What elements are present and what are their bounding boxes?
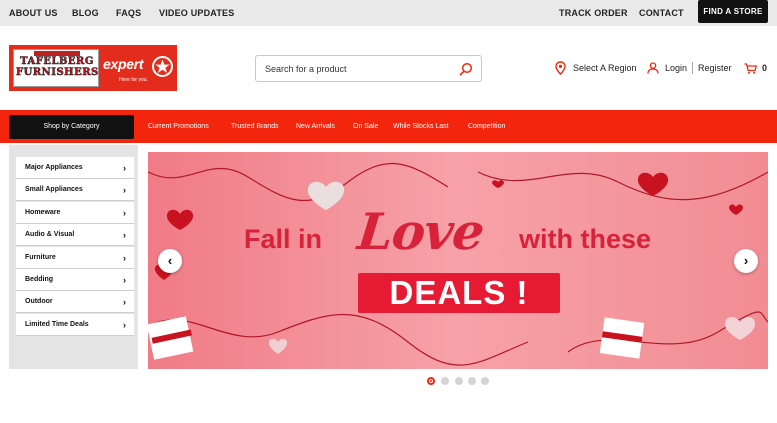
carousel-dot-1[interactable]: [427, 377, 435, 385]
select-region-link[interactable]: Select A Region: [573, 62, 637, 74]
site-logo[interactable]: TAFELBERG FURNISHERS expert Here for you…: [9, 45, 177, 91]
login-link[interactable]: Login: [665, 62, 687, 74]
nav-current-promotions[interactable]: Current Promotions: [148, 110, 209, 143]
category-label: Audio & Visual: [25, 231, 75, 238]
chevron-right-icon: ›: [123, 185, 126, 195]
site-header: TAFELBERG FURNISHERS expert Here for you…: [0, 26, 777, 110]
category-label: Outdoor: [25, 298, 53, 305]
carousel-prev-button[interactable]: ‹: [158, 249, 182, 273]
header-divider: [692, 62, 693, 74]
chevron-right-icon: ›: [123, 320, 126, 330]
nav-while-stocks-last[interactable]: While Stocks Last: [393, 110, 449, 143]
track-order-link[interactable]: TRACK ORDER: [559, 0, 628, 26]
search-input[interactable]: [265, 62, 445, 76]
nav-competition[interactable]: Competition: [468, 110, 505, 143]
nav-new-arrivals[interactable]: New Arrivals: [296, 110, 335, 143]
blog-link[interactable]: BLOG: [72, 0, 99, 26]
expert-logo-text: expert: [103, 56, 144, 72]
banner-headline-fall-in: Fall in: [244, 224, 323, 254]
category-furniture[interactable]: Furniture ›: [16, 247, 134, 269]
main-nav: Shop by Category Current Promotions Trus…: [0, 110, 777, 143]
category-homeware[interactable]: Homeware ›: [16, 202, 134, 224]
category-label: Homeware: [25, 209, 61, 216]
shop-by-category-button[interactable]: Shop by Category: [9, 115, 134, 139]
category-outdoor[interactable]: Outdoor ›: [16, 291, 134, 313]
category-bedding[interactable]: Bedding ›: [16, 269, 134, 291]
banner-headline-with-these: with these: [519, 224, 652, 254]
register-link[interactable]: Register: [698, 62, 732, 74]
carousel-dot-5[interactable]: [481, 377, 489, 385]
banner-deals-ribbon: DEALS !: [358, 273, 560, 313]
video-updates-link[interactable]: VIDEO UPDATES: [159, 0, 234, 26]
category-label: Furniture: [25, 254, 56, 261]
search-icon[interactable]: [459, 62, 473, 76]
category-label: Major Appliances: [25, 164, 83, 171]
cart-icon[interactable]: [744, 63, 757, 74]
faqs-link[interactable]: FAQS: [116, 0, 141, 26]
chevron-right-icon: ›: [123, 253, 126, 263]
category-audio-visual[interactable]: Audio & Visual ›: [16, 224, 134, 246]
carousel-dot-4[interactable]: [468, 377, 476, 385]
chevron-right-icon: ›: [123, 275, 126, 285]
chevron-right-icon: ›: [123, 230, 126, 240]
cart-count[interactable]: 0: [762, 62, 767, 74]
top-bar: ABOUT US BLOG FAQS VIDEO UPDATES TRACK O…: [0, 0, 777, 26]
contact-link[interactable]: CONTACT: [639, 0, 684, 26]
promo-banner[interactable]: Fall in Love with these DEALS ! ‹ ›: [148, 152, 768, 369]
carousel-next-button[interactable]: ›: [734, 249, 758, 273]
category-sidebar: Major Appliances › Small Appliances › Home…: [9, 145, 138, 369]
expert-star-icon: [152, 56, 173, 77]
banner-deals-text: DEALS !: [389, 274, 529, 311]
search-bar: [255, 55, 482, 82]
category-label: Limited Time Deals: [25, 321, 89, 328]
category-major-appliances[interactable]: Major Appliances ›: [16, 157, 134, 179]
chevron-right-icon: ›: [123, 297, 126, 307]
carousel-dot-2[interactable]: [441, 377, 449, 385]
logo-line-1: TAFELBERG: [20, 56, 94, 68]
expert-tagline: Here for you.: [119, 77, 148, 83]
banner-headline-love: Love: [354, 202, 487, 261]
user-icon: [647, 62, 659, 74]
chevron-right-icon: ›: [123, 208, 126, 218]
find-a-store-button[interactable]: FIND A STORE: [698, 0, 768, 23]
category-small-appliances[interactable]: Small Appliances ›: [16, 179, 134, 201]
category-limited-time-deals[interactable]: Limited Time Deals ›: [16, 314, 134, 336]
location-pin-icon: [555, 61, 566, 75]
tafelberg-logo: TAFELBERG FURNISHERS: [13, 49, 99, 87]
category-label: Bedding: [25, 276, 53, 283]
chevron-right-icon: ›: [123, 163, 126, 173]
nav-on-sale[interactable]: On Sale: [353, 110, 378, 143]
nav-trusted-brands[interactable]: Trusted Brands: [231, 110, 279, 143]
about-us-link[interactable]: ABOUT US: [9, 0, 58, 26]
carousel-dot-3[interactable]: [455, 377, 463, 385]
category-label: Small Appliances: [25, 186, 83, 193]
logo-line-2: FURNISHERS: [16, 67, 99, 79]
